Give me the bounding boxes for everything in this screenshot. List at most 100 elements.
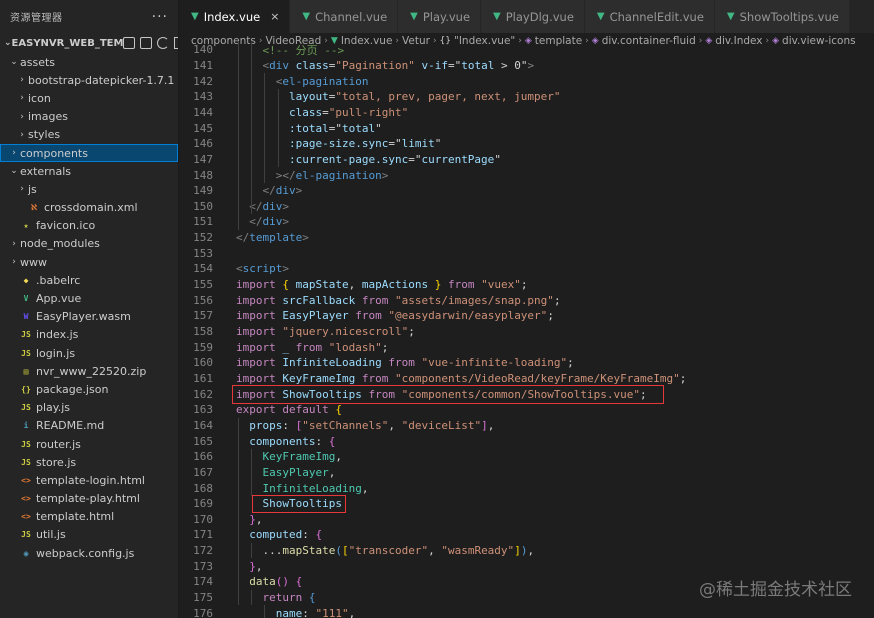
tree-item-images[interactable]: › images — [0, 108, 178, 126]
chevron-right-icon[interactable]: › — [8, 257, 20, 267]
code-line[interactable]: 170 }, — [179, 512, 874, 528]
code-line[interactable]: 140 <!-- 分页 --> — [179, 42, 874, 58]
code-line[interactable]: 156 import srcFallback from "assets/image… — [179, 292, 874, 308]
code-line[interactable]: 152 </template> — [179, 230, 874, 246]
tree-item-label: styles — [28, 128, 61, 142]
tree-item-crossdomain-xml[interactable]: ℵ crossdomain.xml — [0, 199, 178, 217]
chevron-right-icon[interactable]: › — [16, 112, 28, 122]
tree-item-nvr-www-22520-zip[interactable]: ▤ nvr_www_22520.zip — [0, 362, 178, 380]
code-line[interactable]: 155 import { mapState, mapActions } from … — [179, 277, 874, 293]
js-file-icon: JS — [21, 403, 31, 413]
code-line[interactable]: 172 ...mapState(["transcoder", "wasmRead… — [179, 543, 874, 559]
tree-item-login-js[interactable]: JS login.js — [0, 344, 178, 362]
code-token: InfiniteLoading — [282, 356, 382, 370]
more-actions-icon[interactable]: ··· — [152, 9, 168, 25]
code-line[interactable]: 150 </div> — [179, 199, 874, 215]
html-file-icon: <> — [21, 475, 31, 485]
chevron-right-icon[interactable]: › — [16, 75, 28, 85]
tree-item-template-play-html[interactable]: <> template-play.html — [0, 490, 178, 508]
tree-item-template-html[interactable]: <> template.html — [0, 508, 178, 526]
tree-item-node-modules[interactable]: › node_modules — [0, 235, 178, 253]
new-file-icon[interactable] — [123, 37, 136, 49]
code-line[interactable]: 148 ></el-pagination> — [179, 167, 874, 183]
tree-item-favicon-ico[interactable]: ★ favicon.ico — [0, 217, 178, 235]
chevron-right-icon[interactable]: › — [8, 239, 20, 249]
code-line[interactable]: 141 <div class="Pagination" v-if="total … — [179, 58, 874, 74]
code-token: "vuex" — [481, 278, 521, 292]
tree-item-js[interactable]: › js — [0, 180, 178, 198]
code-token: currentPage — [421, 152, 495, 166]
tab-showtooltips-vue[interactable]: ▼ ShowTooltips.vue — [714, 0, 850, 33]
code-line[interactable]: 154 <script> — [179, 261, 874, 277]
tree-item-package-json[interactable]: {} package.json — [0, 380, 178, 398]
code-line[interactable]: 166 KeyFrameImg, — [179, 449, 874, 465]
tree-item-icon[interactable]: › icon — [0, 89, 178, 107]
code-line[interactable]: 147 :current-page.sync="currentPage" — [179, 152, 874, 168]
tree-item-router-js[interactable]: JS router.js — [0, 435, 178, 453]
code-line[interactable]: 165 components: { — [179, 433, 874, 449]
code-line[interactable]: 160 import InfiniteLoading from "vue-infi… — [179, 355, 874, 371]
code-line[interactable]: 149 </div> — [179, 183, 874, 199]
tab-label: Channel.vue — [315, 9, 388, 24]
new-folder-icon[interactable] — [140, 37, 153, 49]
code-line[interactable]: 164 props: ["setChannels", "deviceList"]… — [179, 418, 874, 434]
tree-item-babelrc[interactable]: ◆ .babelrc — [0, 271, 178, 289]
tree-item-readme-md[interactable]: i README.md — [0, 417, 178, 435]
tree-item-play-js[interactable]: JS play.js — [0, 399, 178, 417]
code-line[interactable]: 142 <el-pagination — [179, 73, 874, 89]
code-line[interactable]: 176 name: "111", — [179, 605, 874, 618]
code-line[interactable]: 159 import _ from "lodash"; — [179, 339, 874, 355]
code-token: div — [262, 215, 283, 229]
code-line[interactable]: 171 computed: { — [179, 527, 874, 543]
code-token: ; — [520, 278, 528, 292]
tree-item-bootstrap-datepicker-1-7-1[interactable]: › bootstrap-datepicker-1.7.1 — [0, 71, 178, 89]
code-line[interactable]: 144 class="pull-right" — [179, 105, 874, 121]
close-icon[interactable]: × — [270, 10, 279, 23]
tab-channeledit-vue[interactable]: ▼ ChannelEdit.vue — [584, 0, 715, 33]
code-line[interactable]: 151 </div> — [179, 214, 874, 230]
code-line[interactable]: 157 import EasyPlayer from "@easydarwin/e… — [179, 308, 874, 324]
tab-play-vue[interactable]: ▼ Play.vue — [398, 0, 482, 33]
code-line[interactable]: 143 layout="total, prev, pager, next, ju… — [179, 89, 874, 105]
code-token: mapState — [282, 544, 336, 558]
code-line[interactable]: 146 :page-size.sync="limit" — [179, 136, 874, 152]
tree-item-styles[interactable]: › styles — [0, 126, 178, 144]
code-line[interactable]: 168 InfiniteLoading, — [179, 480, 874, 496]
code-line[interactable]: 173 }, — [179, 558, 874, 574]
code-line[interactable]: 167 EasyPlayer, — [179, 465, 874, 481]
project-root[interactable]: ⌄ EASYNVR_WEB_TEM — [0, 33, 178, 53]
tree-item-www[interactable]: › www — [0, 253, 178, 271]
code-editor[interactable]: 140 <!-- 分页 --> 141 <div class="Paginatio… — [179, 42, 874, 618]
tree-item-index-js[interactable]: JS index.js — [0, 326, 178, 344]
tree-item-assets[interactable]: ⌄ assets — [0, 53, 178, 71]
line-number: 175 — [193, 591, 213, 605]
refresh-icon[interactable] — [157, 37, 170, 49]
tree-item-components[interactable]: › components — [0, 143, 178, 163]
line-number: 147 — [193, 152, 213, 166]
line-number: 164 — [193, 418, 213, 432]
code-line[interactable]: 161 import KeyFrameImg from "components/V… — [179, 371, 874, 387]
line-number: 140 — [193, 43, 213, 57]
tab-index-vue[interactable]: ▼ Index.vue × — [179, 0, 291, 33]
code-line[interactable]: 158 import "jquery.nicescroll"; — [179, 324, 874, 340]
tree-item-store-js[interactable]: JS store.js — [0, 453, 178, 471]
tab-channel-vue[interactable]: ▼ Channel.vue — [290, 0, 399, 33]
tree-item-util-js[interactable]: JS util.js — [0, 526, 178, 544]
tree-item-webpack-config-js[interactable]: ◉ webpack.config.js — [0, 544, 178, 562]
chevron-right-icon[interactable]: › — [16, 93, 28, 103]
chevron-right-icon[interactable]: › — [16, 130, 28, 140]
chevron-right-icon[interactable]: › — [16, 184, 28, 194]
tree-item-app-vue[interactable]: V App.vue — [0, 289, 178, 307]
tree-item-externals[interactable]: ⌄ externals — [0, 162, 178, 180]
tree-item-easyplayer-wasm[interactable]: W EasyPlayer.wasm — [0, 308, 178, 326]
tree-item-template-login-html[interactable]: <> template-login.html — [0, 471, 178, 489]
chevron-down-icon[interactable]: ⌄ — [8, 166, 20, 176]
chevron-right-icon[interactable]: › — [8, 148, 20, 158]
code-line[interactable]: 145 :total="total" — [179, 120, 874, 136]
code-line[interactable]: 153 — [179, 245, 874, 261]
code-line[interactable]: 163 export default { — [179, 402, 874, 418]
chevron-down-icon[interactable]: ⌄ — [8, 57, 20, 67]
code-token: template — [249, 231, 303, 245]
chevron-down-icon[interactable]: ⌄ — [4, 38, 12, 48]
tab-playdlg-vue[interactable]: ▼ PlayDlg.vue — [481, 0, 585, 33]
